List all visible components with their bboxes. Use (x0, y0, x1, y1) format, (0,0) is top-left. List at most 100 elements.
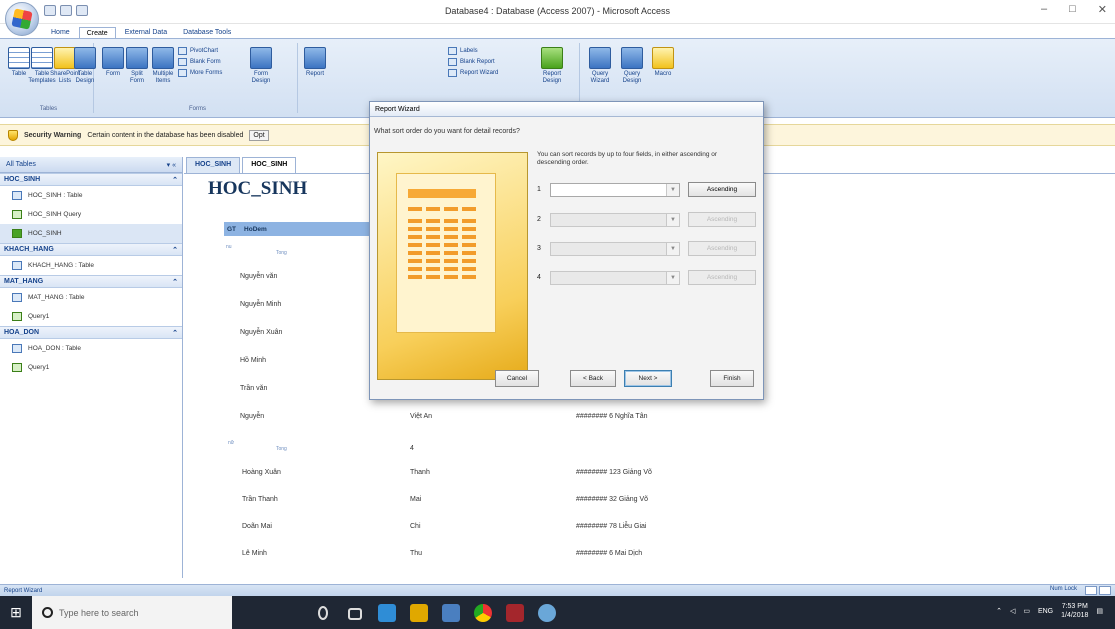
finish-button[interactable]: Finish (710, 370, 754, 387)
macro-button[interactable]: Macro (652, 47, 674, 78)
nav-item-khach-hang-table[interactable]: KHACH_HANG : Table (0, 256, 182, 275)
store-icon[interactable] (378, 604, 396, 622)
chevron-down-icon[interactable]: ▼ (666, 242, 679, 255)
more-forms-button[interactable]: More Forms (178, 69, 222, 77)
print-preview-view-icon[interactable] (1085, 586, 1097, 595)
nav-group-khach-hang[interactable]: KHACH_HANG ⌃ (0, 243, 182, 256)
cancel-button[interactable]: Cancel (495, 370, 539, 387)
group-label: nữ (228, 440, 235, 446)
chevron-down-icon[interactable]: ▼ (666, 183, 679, 196)
sharepoint-lists-button[interactable]: SharePoint Lists (50, 47, 80, 85)
maximize-icon[interactable]: □ (1069, 3, 1076, 16)
start-button[interactable]: ⊞ (0, 596, 32, 629)
status-bar: Report Wizard Num Lock (0, 584, 1115, 596)
view-switcher (1085, 586, 1111, 595)
report-first-name: Việt An (410, 413, 433, 420)
nav-item-mat-hang-query[interactable]: Query1 (0, 307, 182, 326)
split-form-button[interactable]: Split Form (126, 47, 148, 85)
chrome-icon[interactable] (474, 604, 492, 622)
doc-tab-hoc-sinh-report[interactable]: HOC_SINH (242, 157, 297, 173)
query-wizard-button[interactable]: Query Wizard (586, 47, 614, 85)
access-icon[interactable] (506, 604, 524, 622)
group-tong-label: Tong (276, 250, 287, 256)
sort-order-2-button[interactable]: Ascending (688, 212, 756, 227)
report-wizard-icon (448, 69, 457, 77)
nav-collapse-icon[interactable]: ▾ « (167, 161, 176, 169)
report-first-name: Thanh (410, 469, 430, 476)
microphone-icon[interactable] (318, 606, 328, 620)
tables-group: Table Table Templates SharePoint Lists T… (4, 43, 96, 113)
nav-header[interactable]: All Tables ▾ « (0, 157, 182, 173)
sort-order-4-button[interactable]: Ascending (688, 270, 756, 285)
form-icon (102, 47, 124, 69)
nav-group-hoa-don[interactable]: HOA_DON ⌃ (0, 326, 182, 339)
sort-field-3-select[interactable]: ▼ (550, 241, 680, 256)
windows-icon: ⊞ (10, 604, 22, 620)
report-address: ######## 78 Liễu Giai (576, 523, 647, 530)
query-icon (12, 312, 22, 321)
illustration-row (408, 235, 476, 239)
nav-item-hoa-don-table[interactable]: HOA_DON : Table (0, 339, 182, 358)
task-view-icon[interactable] (348, 608, 362, 620)
options-button[interactable]: Opt (249, 129, 269, 141)
form-button[interactable]: Form (102, 47, 124, 78)
sort-order-1-button[interactable]: Ascending (688, 182, 756, 197)
sort-field-4-select[interactable]: ▼ (550, 270, 680, 285)
report-icon (12, 229, 22, 238)
chevron-up-icon: ⌃ (172, 278, 178, 286)
report-name: Lê Minh (242, 550, 267, 557)
design-view-icon[interactable] (1099, 586, 1111, 595)
next-button[interactable]: Next > (624, 370, 672, 387)
group-count: 4 (410, 445, 414, 452)
chevron-down-icon[interactable]: ▼ (666, 213, 679, 226)
query-icon (12, 363, 22, 372)
multiple-items-button[interactable]: Multiple Items (150, 47, 176, 85)
nav-group-mat-hang[interactable]: MAT_HANG ⌃ (0, 275, 182, 288)
close-icon[interactable]: ✕ (1098, 3, 1107, 16)
sort-field-1-select[interactable]: ▼ (550, 182, 680, 197)
nav-item-hoc-sinh-table[interactable]: HOC_SINH : Table (0, 186, 182, 205)
pivotchart-button[interactable]: PivotChart (178, 47, 218, 55)
volume-icon[interactable]: ◁ (1010, 607, 1015, 615)
back-button[interactable]: < Back (570, 370, 616, 387)
taskbar: ⊞ Type here to search (0, 596, 1115, 629)
report-first-name: Chi (410, 523, 421, 530)
blank-report-button[interactable]: Blank Report (448, 58, 495, 66)
table-button[interactable]: Table (8, 47, 30, 78)
nav-item-mat-hang-table[interactable]: MAT_HANG : Table (0, 288, 182, 307)
report-design-button[interactable]: Report Design (538, 47, 566, 85)
illustration-band (408, 189, 476, 198)
paint-icon[interactable] (538, 604, 556, 622)
language-indicator[interactable]: ENG (1038, 608, 1053, 615)
notifications-icon[interactable]: ▤ (1096, 607, 1103, 615)
more-forms-icon (178, 69, 187, 77)
clock[interactable]: 7:53 PM 1/4/2018 (1061, 602, 1088, 620)
labels-button[interactable]: Labels (448, 47, 478, 55)
network-icon[interactable]: ▭ (1023, 607, 1030, 615)
office-button[interactable] (5, 2, 39, 36)
blank-form-button[interactable]: Blank Form (178, 58, 221, 66)
minimize-icon[interactable]: – (1041, 3, 1047, 16)
nav-item-hoa-don-query[interactable]: Query1 (0, 358, 182, 377)
split-form-icon (126, 47, 148, 69)
doc-tab-hoc-sinh-query[interactable]: HOC_SINH (186, 157, 241, 173)
chevron-up-icon[interactable]: ⌃ (996, 607, 1002, 615)
report-wizard-button[interactable]: Report Wizard (448, 69, 498, 77)
report-name: Nguyễn Minh (240, 301, 282, 308)
nav-item-hoc-sinh-report[interactable]: HOC_SINH (0, 224, 182, 243)
nav-group-hoc-sinh[interactable]: HOC_SINH ⌃ (0, 173, 182, 186)
file-explorer-icon[interactable] (410, 604, 428, 622)
multiple-items-icon (152, 47, 174, 69)
report-button[interactable]: Report (304, 47, 326, 78)
app-icon[interactable] (442, 604, 460, 622)
chevron-down-icon[interactable]: ▼ (666, 271, 679, 284)
query-design-button[interactable]: Query Design (618, 47, 646, 85)
taskbar-search[interactable]: Type here to search (32, 596, 232, 629)
nav-item-hoc-sinh-query[interactable]: HOC_SINH Query (0, 205, 182, 224)
office-logo-icon (11, 8, 33, 30)
sort-field-2-select[interactable]: ▼ (550, 212, 680, 227)
form-design-button[interactable]: Form Design (248, 47, 274, 85)
window-controls: – □ ✕ (1041, 3, 1107, 16)
table-design-button[interactable]: Table Design (74, 47, 96, 85)
sort-order-3-button[interactable]: Ascending (688, 241, 756, 256)
